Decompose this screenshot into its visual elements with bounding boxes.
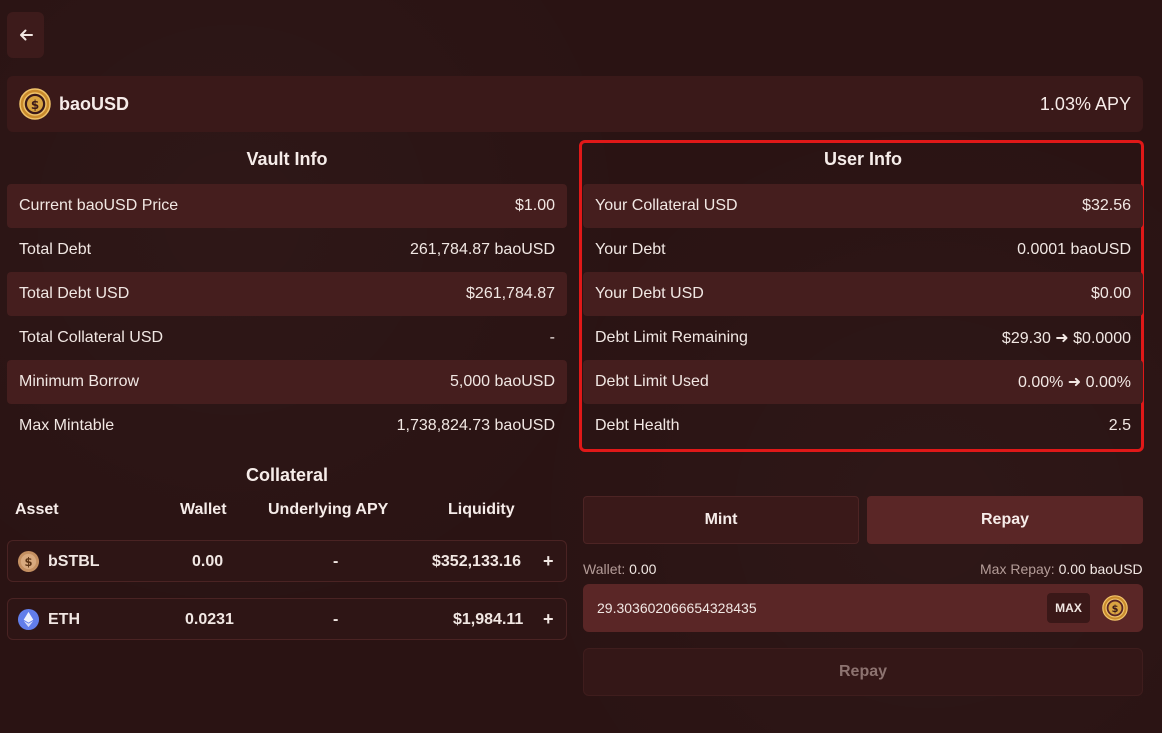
user-info-row: Your Debt 0.0001 baoUSD — [595, 241, 1131, 258]
max-repay-info: Max Repay: 0.00 baoUSD — [980, 561, 1143, 577]
user-info-table: Your Collateral USD $32.56 Your Debt 0.000… — [583, 184, 1143, 448]
asset-name: ETH — [48, 611, 80, 628]
svg-text:$: $ — [24, 555, 32, 569]
col-header-wallet: Wallet — [180, 501, 227, 518]
eth-icon — [17, 608, 40, 631]
collateral-row-eth[interactable]: ETH 0.0231 - $1,984.11 + — [7, 598, 567, 640]
col-header-apy: Underlying APY — [268, 501, 389, 518]
vault-apy: 1.03% APY — [1039, 93, 1131, 114]
baousd-token-icon: $ — [1102, 595, 1128, 621]
vault-title: baoUSD — [59, 93, 130, 114]
baousd-coin-icon: $ — [19, 88, 51, 120]
asset-liquidity: $1,984.11 — [453, 611, 524, 628]
repay-submit-button[interactable]: Repay — [583, 648, 1143, 696]
user-info-row: Your Debt USD $0.00 — [583, 272, 1143, 316]
collateral-row-bstbl[interactable]: $ bSTBL 0.00 - $352,133.16 + — [7, 540, 567, 582]
user-info-row: Debt Limit Remaining $29.30 ➜ $0.0000 — [595, 329, 1131, 347]
svg-text:$: $ — [1112, 604, 1119, 615]
asset-apy: - — [333, 553, 339, 570]
asset-wallet: 0.00 — [192, 553, 224, 570]
back-button[interactable] — [7, 12, 44, 58]
asset-name: bSTBL — [48, 553, 100, 570]
user-info-row: Debt Limit Used 0.00% ➜ 0.00% — [583, 360, 1143, 404]
user-info-row: Your Collateral USD $32.56 — [583, 184, 1143, 228]
vault-info-row: Total Debt USD $261,784.87 — [7, 272, 567, 316]
add-collateral-button[interactable]: + — [543, 551, 554, 572]
vault-info-title: Vault Info — [246, 149, 328, 169]
asset-liquidity: $352,133.16 — [432, 553, 521, 570]
repay-amount-input[interactable] — [597, 598, 1017, 618]
svg-text:$: $ — [31, 98, 39, 112]
tab-mint[interactable]: Mint — [583, 496, 859, 544]
vault-info-row: Max Mintable 1,738,824.73 baoUSD — [19, 417, 555, 434]
arrow-left-icon — [19, 29, 33, 41]
vault-info-table: Current baoUSD Price $1.00 Total Debt 261,… — [7, 184, 567, 448]
user-info-row: Debt Health 2.5 — [595, 417, 1131, 434]
bstbl-coin-icon: $ — [17, 550, 40, 573]
vault-info-row: Total Collateral USD - — [19, 329, 555, 346]
vault-info-row: Minimum Borrow 5,000 baoUSD — [7, 360, 567, 404]
collateral-title: Collateral — [245, 465, 329, 485]
vault-header: $ baoUSD 1.03% APY — [7, 76, 1143, 132]
vault-info-row: Current baoUSD Price $1.00 — [7, 184, 567, 228]
col-header-asset: Asset — [15, 501, 59, 518]
asset-apy: - — [333, 611, 339, 628]
collateral-header-row: Asset Wallet Underlying APY Liquidity — [7, 498, 567, 522]
add-collateral-button[interactable]: + — [543, 609, 554, 630]
max-button[interactable]: MAX — [1047, 593, 1090, 623]
user-info-title: User Info — [823, 149, 902, 169]
repay-amount-field[interactable]: MAX $ — [583, 584, 1143, 632]
asset-wallet: 0.0231 — [185, 611, 234, 628]
vault-info-row: Total Debt 261,784.87 baoUSD — [19, 241, 555, 258]
wallet-balance: Wallet: 0.00 — [583, 561, 657, 577]
col-header-liquidity: Liquidity — [448, 501, 515, 518]
tab-repay[interactable]: Repay — [867, 496, 1143, 544]
